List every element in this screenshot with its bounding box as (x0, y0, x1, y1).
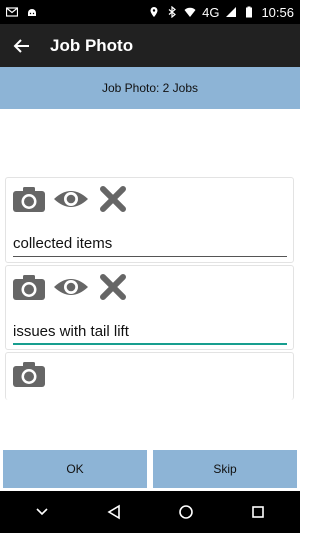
back-arrow-icon (13, 38, 29, 53)
nav-recents-button[interactable] (243, 497, 273, 527)
clock: 10:56 (261, 4, 294, 20)
job-count-banner: Job Photo: 2 Jobs (0, 67, 300, 109)
job-actions (10, 357, 48, 391)
camera-button[interactable] (10, 182, 48, 216)
close-icon (100, 186, 126, 212)
battery-icon (246, 6, 253, 18)
app-bar: Job Photo (0, 24, 300, 67)
camera-button[interactable] (10, 270, 48, 304)
bluetooth-icon (168, 6, 177, 18)
system-nav-bar (0, 491, 300, 533)
network-type: 4G (202, 4, 220, 20)
nav-collapse-button[interactable] (27, 497, 57, 527)
delete-photo-button[interactable] (94, 182, 132, 216)
ok-button[interactable]: OK (3, 450, 147, 488)
gmail-icon (6, 7, 18, 17)
job-card (5, 352, 294, 400)
skip-button[interactable]: Skip (153, 450, 297, 488)
nav-home-button[interactable] (171, 497, 201, 527)
chevron-down-icon (36, 508, 48, 516)
job-actions (10, 270, 132, 304)
delete-photo-button[interactable] (94, 270, 132, 304)
view-photo-button[interactable] (52, 182, 90, 216)
view-photo-button[interactable] (52, 270, 90, 304)
job-note-input[interactable] (13, 233, 287, 257)
back-button[interactable] (0, 24, 44, 67)
android-icon (28, 9, 36, 16)
location-icon (150, 7, 158, 17)
page-title: Job Photo (50, 35, 134, 55)
wifi-icon (184, 7, 196, 17)
eye-icon (54, 279, 88, 295)
nav-back-button[interactable] (99, 497, 129, 527)
signal-icon (226, 7, 237, 17)
camera-icon (13, 275, 45, 300)
job-actions (10, 182, 132, 216)
camera-icon (13, 187, 45, 212)
job-card (5, 265, 294, 350)
close-icon (100, 274, 126, 300)
status-bar: 4G 10:56 (0, 0, 300, 24)
home-circle-icon (179, 505, 193, 519)
recents-square-icon (252, 506, 264, 518)
camera-button[interactable] (10, 357, 48, 391)
job-note-input[interactable] (13, 321, 287, 345)
camera-icon (13, 362, 45, 387)
job-card (5, 177, 294, 263)
back-triangle-icon (107, 504, 120, 520)
eye-icon (54, 191, 88, 207)
